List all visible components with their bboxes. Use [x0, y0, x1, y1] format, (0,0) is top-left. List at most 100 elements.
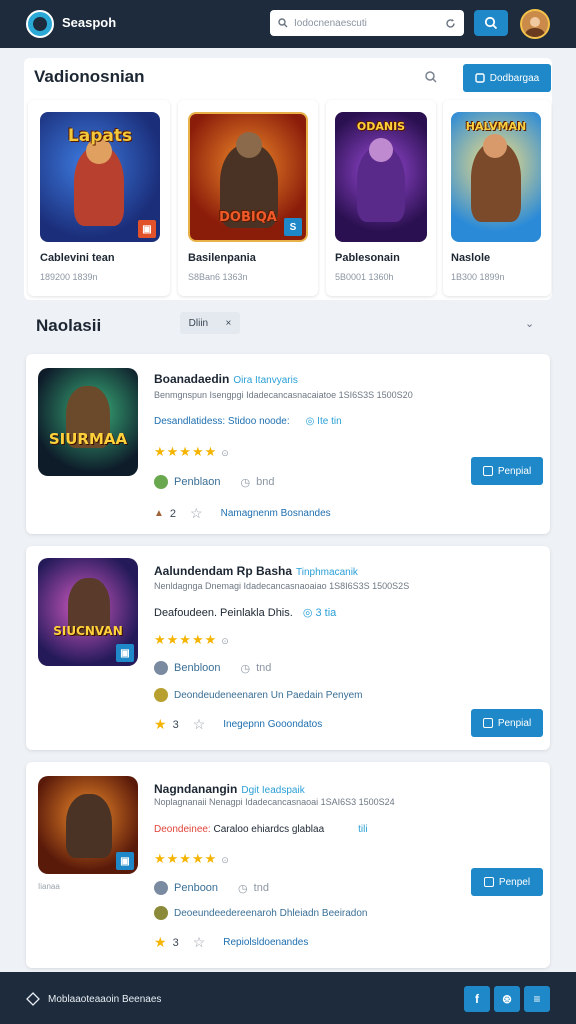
footer-copy: Moblaaoteaaoin Beenaes	[26, 992, 161, 1006]
item-subtitle: Dgit Ieadspaik	[241, 785, 305, 796]
card-meta: 189200 1839n	[40, 272, 98, 282]
item-developer-link[interactable]: Deafoudeen. Peinlakla Dhis. ◎ 3 tia	[154, 606, 336, 619]
size-value: 3 tia	[315, 607, 337, 619]
tag-link[interactable]: Namagnenm Bosnandes	[221, 508, 331, 519]
extra-label[interactable]: Deondeudeneenaren Un Paedain Penyem	[174, 690, 362, 701]
item-subtitle: Tinphmacanik	[296, 567, 358, 578]
refresh-icon[interactable]	[445, 18, 456, 29]
item-description: Benmgnspun Isengpgi Idadecancasnacaiatoe…	[154, 390, 413, 400]
tag-link[interactable]: Repiolsldoenandes	[223, 937, 308, 948]
item-developer-link[interactable]: Deondeinee: Caraloo ehiardcs glablaa tili	[154, 824, 368, 835]
rating-stars: ★★★★★ ⊙	[154, 632, 230, 648]
developer-text: Deafoudeen. Peinlakla Dhis.	[154, 607, 293, 619]
badge-icon: ▣	[138, 220, 156, 238]
tag-link[interactable]: Inegepnn Gooondatos	[223, 719, 322, 730]
platform-icon	[154, 475, 168, 489]
install-button[interactable]: Penpial	[471, 457, 543, 485]
rating-info-icon[interactable]: ⊙	[221, 448, 230, 458]
item-footer: ★ 3 ☆ Inegepnn Gooondatos	[154, 716, 322, 733]
item-title: Boanadaedin Oira Itanvyaris	[154, 372, 298, 386]
badge-icon: ★	[154, 934, 167, 950]
item-meta: Penboon ◷ tnd	[154, 881, 269, 895]
card-meta: 1B300 1899n	[451, 272, 505, 282]
category-icon	[154, 906, 168, 920]
stars-icon: ★★★★★	[154, 444, 218, 459]
game-thumbnail[interactable]: ▣	[38, 776, 138, 874]
filter-icon	[475, 73, 485, 83]
featured-card[interactable]: Lapats ▣ Cablevini tean 189200 1839n	[28, 100, 170, 296]
stars-icon: ★★★★★	[154, 851, 218, 866]
item-developer-link[interactable]: Desandlatidess: Stidoo noode: ◎ Ite tin	[154, 416, 342, 427]
game-cover: DOBIQA S	[188, 112, 308, 242]
install-label: Penpel	[498, 876, 531, 888]
time-label: tnd	[253, 882, 269, 894]
app-logo[interactable]	[26, 10, 54, 38]
item-title-text: Aalundendam Rp Basha	[154, 564, 293, 578]
install-icon	[483, 877, 494, 887]
item-footer: ★ 3 ☆ Repiolsldoenandes	[154, 934, 308, 951]
social-icon[interactable]: ⊛	[494, 986, 520, 1012]
platform-icon	[154, 661, 168, 675]
time-label: bnd	[256, 476, 275, 488]
filter-chip-label: Dliin	[188, 317, 209, 329]
card-name: Basilenpania	[188, 252, 256, 264]
featured-filter-label: Dodbargaa	[489, 72, 540, 84]
featured-card[interactable]: ODANIS Pablesonain 5B0001 1360h	[326, 100, 436, 296]
game-thumbnail[interactable]: SIUCNVAN ▣	[38, 558, 138, 666]
user-avatar[interactable]	[520, 9, 550, 39]
card-name: Cablevini tean	[40, 252, 115, 264]
recommended-filter-chip[interactable]: Dliin ×	[180, 312, 240, 334]
install-button[interactable]: Penpel	[471, 868, 543, 896]
extra-label[interactable]: Deoeundeedereenaroh Dhleiadn Beeiradon	[174, 908, 368, 919]
thumb-caption: Iianaa	[38, 882, 60, 891]
featured-card[interactable]: DOBIQA S Basilenpania S8Ban6 1363n	[178, 100, 318, 296]
clock-icon: ◷	[238, 882, 248, 895]
menu-icon[interactable]: ≡	[524, 986, 550, 1012]
install-label: Penpial	[497, 465, 532, 477]
game-cover: HALVMAN	[451, 112, 541, 242]
search-placeholder: Iodocnenaescuti	[294, 17, 367, 29]
thumb-title: SIUCNVAN	[53, 624, 123, 638]
developer-warning: Deondeinee:	[154, 824, 211, 835]
item-footer: ▲ 2 ☆ Namagnenm Bosnandes	[154, 505, 331, 522]
card-name: Naslole	[451, 252, 491, 264]
item-extra-line: Deoeundeedereenaroh Dhleiadn Beeiradon	[154, 906, 368, 920]
item-subtitle: Oira Itanvyaris	[233, 375, 298, 386]
size-text: ◎ Ite tin	[305, 416, 342, 427]
recommended-title: Naolasii	[36, 316, 102, 335]
favorite-star-icon[interactable]: ☆	[193, 934, 206, 951]
developer-text: Caraloo ehiardcs glablaa	[213, 824, 325, 835]
diamond-icon	[26, 992, 40, 1006]
cover-title: Lapats	[67, 126, 133, 146]
thumb-title: SIURMAA	[48, 430, 128, 448]
search-icon	[484, 16, 498, 30]
game-thumbnail[interactable]: SIURMAA	[38, 368, 138, 476]
size-value: Ite tin	[317, 416, 342, 427]
install-button[interactable]: Penpial	[471, 709, 543, 737]
featured-card[interactable]: HALVMAN Naslole 1B300 1899n	[443, 100, 551, 296]
platform-label: Benbloon	[174, 662, 221, 674]
list-item: ▣ Iianaa Nagndanangin Dgit Ieadspaik Nopl…	[26, 762, 550, 968]
search-button[interactable]	[474, 10, 508, 36]
search-input[interactable]: Iodocnenaescuti	[270, 10, 464, 36]
close-icon[interactable]: ×	[225, 318, 231, 329]
featured-filter-button[interactable]: Dodbargaa	[463, 64, 551, 92]
category-icon	[154, 688, 168, 702]
item-description: Noplagnanaii Nenagpi Idadecancasnaoai 1S…	[154, 797, 395, 807]
favorite-star-icon[interactable]: ☆	[190, 505, 203, 522]
rating-info-icon[interactable]: ⊙	[221, 855, 230, 865]
chevron-down-icon[interactable]: ⌄	[525, 317, 534, 330]
count-label: 3	[172, 718, 179, 731]
facebook-icon[interactable]: f	[464, 986, 490, 1012]
app-name: Seaspoh	[62, 15, 117, 30]
search-icon[interactable]	[424, 70, 438, 84]
item-title: Aalundendam Rp Basha Tinphmacanik	[154, 564, 358, 578]
cover-title: HALVMAN	[465, 120, 527, 133]
list-item: SIURMAA Boanadaedin Oira Itanvyaris Benmg…	[26, 354, 550, 534]
developer-text: Desandlatidess: Stidoo noode:	[154, 416, 290, 427]
favorite-star-icon[interactable]: ☆	[193, 716, 206, 733]
clock-icon: ◷	[240, 662, 251, 675]
platform-icon	[154, 881, 168, 895]
cover-title: ODANIS	[356, 120, 406, 133]
rating-info-icon[interactable]: ⊙	[221, 636, 230, 646]
